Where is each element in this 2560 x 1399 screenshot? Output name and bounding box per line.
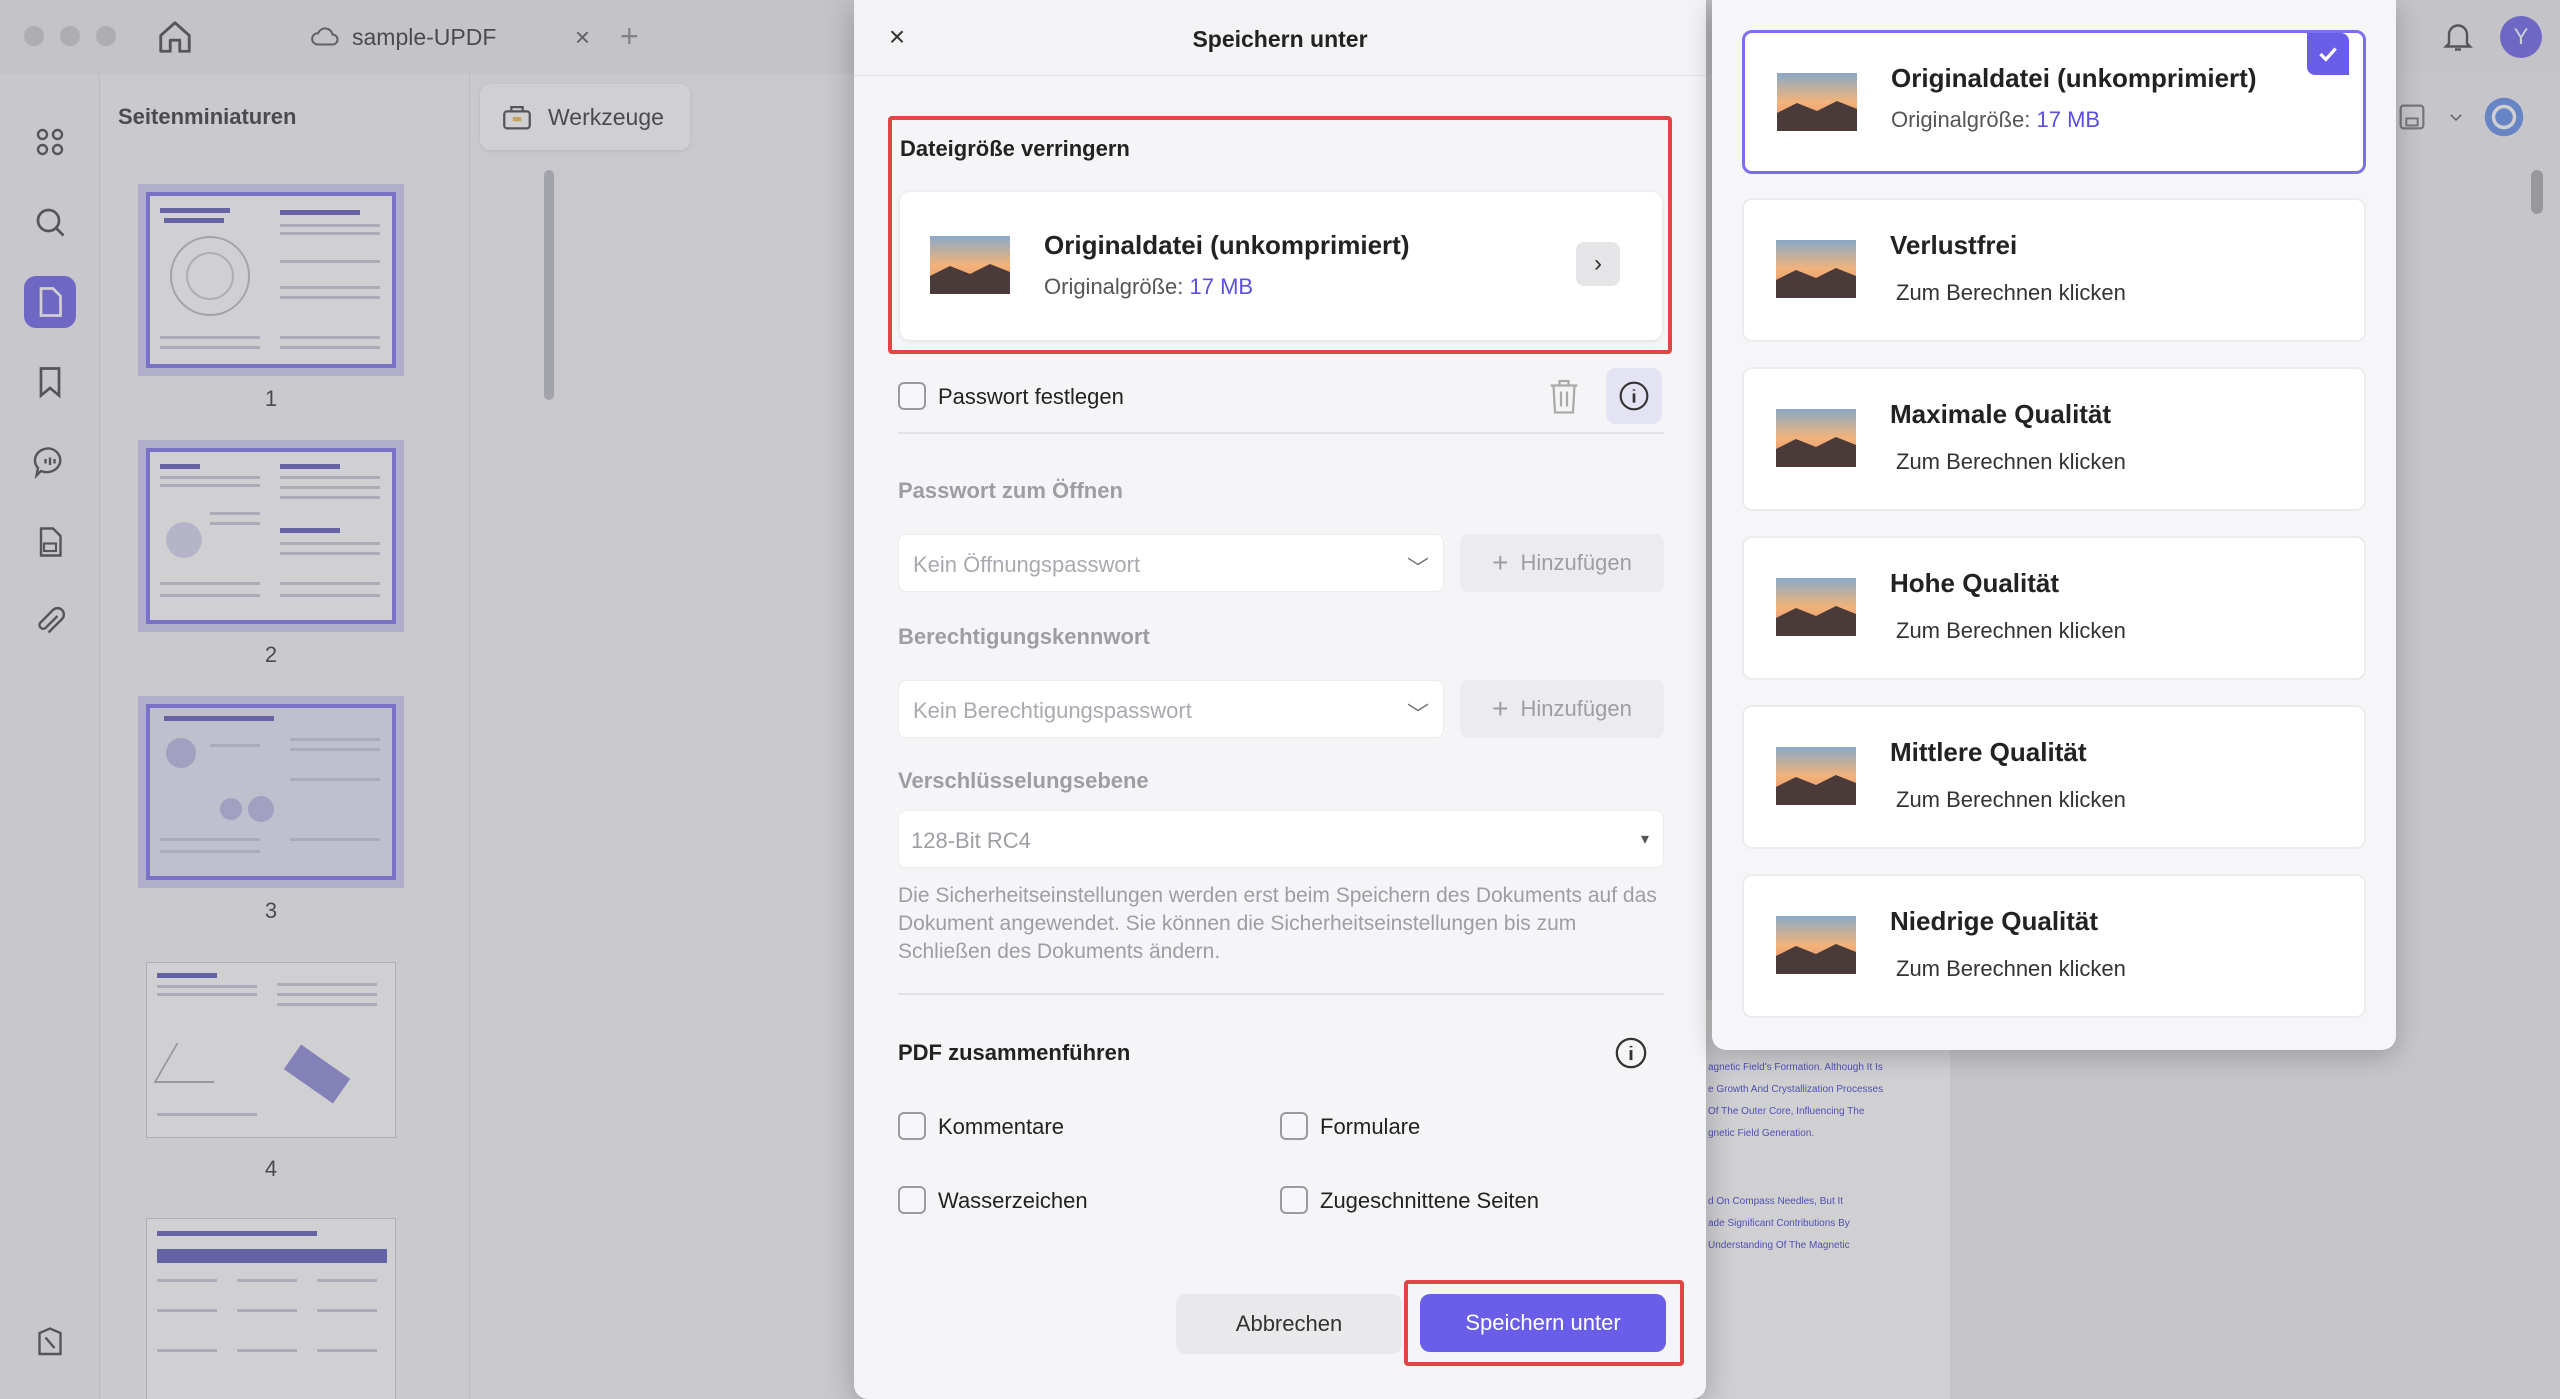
quality-option-name: Verlustfrei bbox=[1890, 230, 2017, 261]
original-size-label: Originalgröße: bbox=[1891, 107, 2030, 132]
merge-pdf-title: PDF zusammenführen bbox=[898, 1040, 1130, 1066]
checkmark-icon bbox=[2307, 33, 2349, 75]
permission-password-placeholder: Kein Berechtigungspasswort bbox=[913, 698, 1192, 724]
encryption-level-label: Verschlüsselungsebene bbox=[898, 768, 1149, 794]
open-password-placeholder: Kein Öffnungspasswort bbox=[913, 552, 1140, 578]
comments-label: Kommentare bbox=[938, 1114, 1064, 1140]
quality-option-size: Originalgröße: 17 MB bbox=[1891, 107, 2100, 133]
landscape-thumbnail-icon bbox=[1776, 240, 1856, 298]
compression-options-panel: Originaldatei (unkomprimiert) Originalgr… bbox=[1712, 0, 2396, 1050]
original-size-value: 17 MB bbox=[1190, 274, 1254, 299]
plus-icon: + bbox=[1492, 693, 1508, 725]
quality-option-lossless[interactable]: Verlustfrei Zum Berechnen klicken bbox=[1742, 198, 2366, 342]
cancel-button[interactable]: Abbrechen bbox=[1176, 1294, 1402, 1354]
divider bbox=[898, 432, 1664, 434]
chevron-right-icon[interactable]: › bbox=[1576, 242, 1620, 286]
add-permission-password-button[interactable]: + Hinzufügen bbox=[1460, 680, 1664, 738]
landscape-thumbnail-icon bbox=[1776, 916, 1856, 974]
divider bbox=[898, 993, 1664, 995]
watermarks-label: Wasserzeichen bbox=[938, 1188, 1088, 1214]
quality-option-name: Originaldatei (unkomprimiert) bbox=[1891, 63, 2257, 94]
original-size-value: 17 MB bbox=[2037, 107, 2101, 132]
chevron-down-icon: ﹀ bbox=[1407, 697, 1429, 729]
save-as-button[interactable]: Speichern unter bbox=[1420, 1294, 1666, 1352]
chevron-down-icon: ﹀ bbox=[1407, 551, 1429, 583]
add-label: Hinzufügen bbox=[1521, 550, 1632, 576]
landscape-thumbnail-icon bbox=[1776, 747, 1856, 805]
quality-option-high[interactable]: Hohe Qualität Zum Berechnen klicken bbox=[1742, 536, 2366, 680]
landscape-thumbnail-icon bbox=[930, 236, 1010, 294]
original-size: Originalgröße: 17 MB bbox=[1044, 274, 1253, 300]
add-label: Hinzufügen bbox=[1521, 696, 1632, 722]
trash-icon[interactable] bbox=[1546, 376, 1582, 416]
calculate-hint: Zum Berechnen klicken bbox=[1896, 956, 2126, 982]
compression-selector[interactable]: Originaldatei (unkomprimiert) Originalgr… bbox=[900, 192, 1662, 340]
open-password-label: Passwort zum Öffnen bbox=[898, 478, 1123, 504]
cropped-pages-label: Zugeschnittene Seiten bbox=[1320, 1188, 1539, 1214]
permission-password-select[interactable]: Kein Berechtigungspasswort ﹀ bbox=[898, 680, 1444, 738]
calculate-hint: Zum Berechnen klicken bbox=[1896, 449, 2126, 475]
quality-option-original[interactable]: Originaldatei (unkomprimiert) Originalgr… bbox=[1742, 30, 2366, 174]
dialog-header: × Speichern unter bbox=[854, 0, 1706, 76]
quality-option-medium[interactable]: Mittlere Qualität Zum Berechnen klicken bbox=[1742, 705, 2366, 849]
compression-heading: Dateigröße verringern bbox=[900, 136, 1130, 162]
compression-option-name: Originaldatei (unkomprimiert) bbox=[1044, 230, 1410, 261]
encryption-level-select[interactable]: 128-Bit RC4 ▾ bbox=[898, 810, 1664, 868]
quality-option-name: Maximale Qualität bbox=[1890, 399, 2111, 430]
forms-label: Formulare bbox=[1320, 1114, 1420, 1140]
original-size-label: Originalgröße: bbox=[1044, 274, 1183, 299]
quality-option-name: Hohe Qualität bbox=[1890, 568, 2059, 599]
calculate-hint: Zum Berechnen klicken bbox=[1896, 787, 2126, 813]
calculate-hint: Zum Berechnen klicken bbox=[1896, 618, 2126, 644]
plus-icon: + bbox=[1492, 547, 1508, 579]
save-button-highlight: Speichern unter bbox=[1404, 1280, 1684, 1366]
quality-option-low[interactable]: Niedrige Qualität Zum Berechnen klicken bbox=[1742, 874, 2366, 1018]
security-note: Die Sicherheitseinstellungen werden erst… bbox=[898, 882, 1668, 966]
compression-highlight: Dateigröße verringern Originaldatei (unk… bbox=[888, 116, 1672, 354]
info-icon[interactable] bbox=[1614, 1036, 1648, 1070]
landscape-thumbnail-icon bbox=[1776, 409, 1856, 467]
permission-password-label: Berechtigungskennwort bbox=[898, 624, 1150, 650]
open-password-select[interactable]: Kein Öffnungspasswort ﹀ bbox=[898, 534, 1444, 592]
cropped-pages-checkbox[interactable] bbox=[1280, 1186, 1308, 1214]
set-password-label: Passwort festlegen bbox=[938, 384, 1124, 410]
add-open-password-button[interactable]: + Hinzufügen bbox=[1460, 534, 1664, 592]
dialog-title: Speichern unter bbox=[854, 26, 1706, 53]
landscape-thumbnail-icon bbox=[1776, 578, 1856, 636]
calculate-hint: Zum Berechnen klicken bbox=[1896, 280, 2126, 306]
dropdown-arrow-icon: ▾ bbox=[1641, 829, 1649, 849]
forms-checkbox[interactable] bbox=[1280, 1112, 1308, 1140]
landscape-thumbnail-icon bbox=[1777, 73, 1857, 131]
quality-option-maximum[interactable]: Maximale Qualität Zum Berechnen klicken bbox=[1742, 367, 2366, 511]
save-as-dialog: × Speichern unter Dateigröße verringern … bbox=[854, 0, 1706, 1399]
encryption-level-value: 128-Bit RC4 bbox=[911, 828, 1031, 854]
watermarks-checkbox[interactable] bbox=[898, 1186, 926, 1214]
comments-checkbox[interactable] bbox=[898, 1112, 926, 1140]
quality-option-name: Niedrige Qualität bbox=[1890, 906, 2098, 937]
quality-option-name: Mittlere Qualität bbox=[1890, 737, 2086, 768]
info-icon[interactable] bbox=[1606, 368, 1662, 424]
set-password-checkbox[interactable] bbox=[898, 382, 926, 410]
